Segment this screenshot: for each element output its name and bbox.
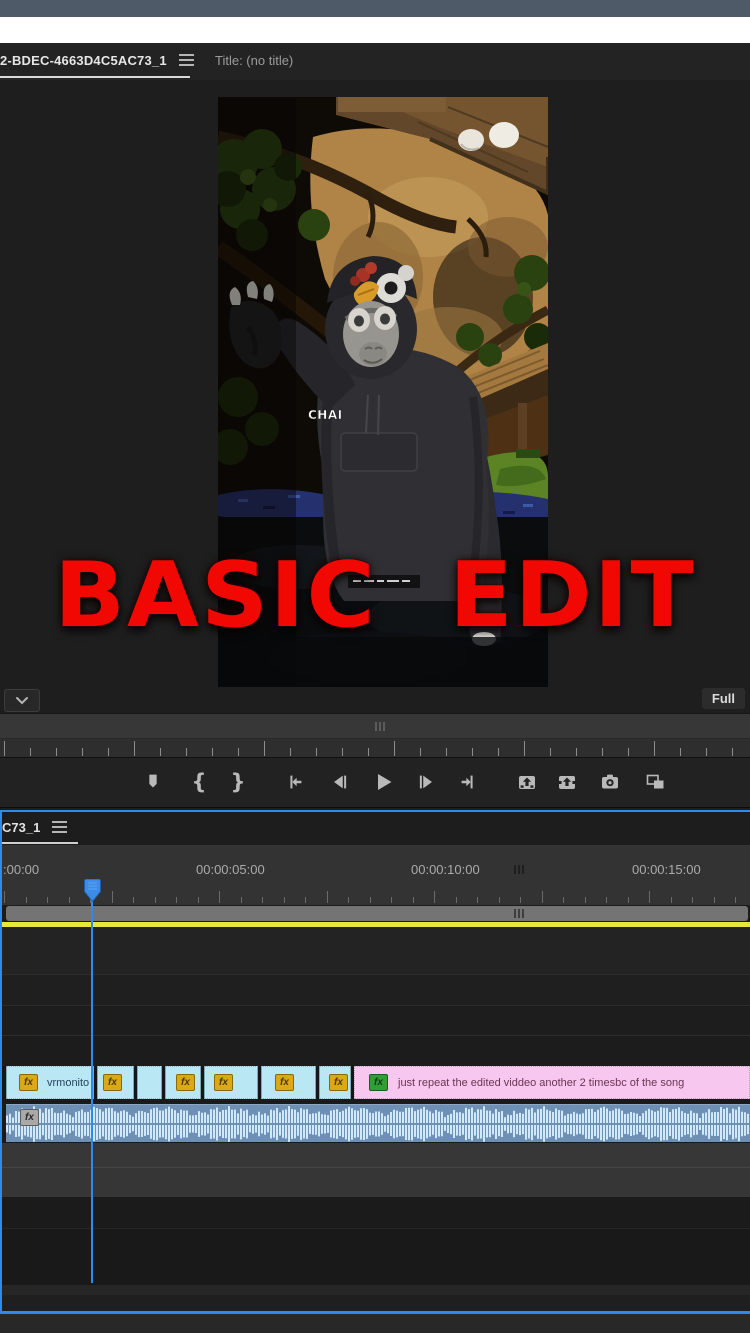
program-monitor-tab[interactable]: 2-BDEC-4663D4C5AC73_1 [0,43,194,77]
fx-badge[interactable]: fx [176,1074,195,1091]
playback-resolution-button[interactable]: Full [701,688,745,709]
mark-out-button[interactable]: } [225,767,251,797]
audio-track-row[interactable] [0,1229,750,1285]
audio-clip[interactable]: fx [6,1104,750,1142]
timeline-tab-label: C73_1 [2,819,41,835]
chevron-down-icon [16,697,28,705]
mark-in-icon: { [191,770,207,794]
active-tab-underline [0,76,190,78]
timecode-label: 00:00:10:00 [411,862,480,877]
playhead-marker[interactable] [84,879,101,902]
lift-button[interactable] [514,767,540,797]
scrollbar-grip-icon[interactable] [375,722,386,731]
go-to-out-button[interactable] [455,767,481,797]
add-marker-button[interactable] [140,767,166,797]
timecode-label: 00:00:15:00 [632,862,701,877]
title-status-label: Title: (no title) [215,52,294,68]
video-track-row[interactable] [0,1036,750,1066]
clip-label: vrmonito [47,1076,90,1089]
graphics-clip-label: just repeat the edited viddeo another 2 … [398,1076,685,1089]
step-forward-button[interactable] [413,767,439,797]
program-monitor-tabbar: 2-BDEC-4663D4C5AC73_1 Title: (no title) [0,43,750,81]
timeline-ruler-ticks [0,890,750,905]
audio-track-a3[interactable] [0,1168,750,1197]
timecode-label: 00:00:05:00 [196,862,265,877]
go-to-in-icon [290,775,302,789]
fx-badge[interactable]: fx [275,1074,294,1091]
fx-badge[interactable]: fx [329,1074,348,1091]
go-to-out-icon [461,775,473,789]
fx-badge[interactable]: fx [19,1074,38,1091]
comparison-view-button[interactable] [642,767,668,797]
timeline-focus-border-left [0,810,2,1314]
timeline-bottom-strip [0,1295,750,1311]
step-back-icon [334,775,347,789]
go-to-in-button[interactable] [282,767,308,797]
program-monitor-tab-label: 2-BDEC-4663D4C5AC73_1 [0,52,167,68]
lift-icon [519,776,535,789]
extract-button[interactable] [554,767,580,797]
scrollbar-thumb[interactable] [6,906,748,921]
transport-bar: { } [0,757,750,808]
play-button[interactable] [370,767,396,797]
transport-buttons: { } [130,767,668,797]
audio-track-a2[interactable] [0,1143,750,1167]
timeline-active-tab-underline [0,842,78,844]
step-back-button[interactable] [327,767,353,797]
timeline-menu-icon[interactable] [52,818,68,836]
step-forward-icon [419,775,432,789]
camera-icon [602,774,618,789]
video-track-row[interactable] [0,1006,750,1035]
pm-ruler-ticks [0,738,750,758]
video-clip[interactable]: fx [261,1066,316,1099]
audio-waveform [6,1106,749,1142]
video-clip[interactable]: fx [165,1066,201,1099]
fx-badge[interactable]: fx [103,1074,122,1091]
video-clip[interactable] [137,1066,162,1099]
fx-badge[interactable]: fx [214,1074,233,1091]
mark-in-button[interactable]: { [186,767,212,797]
timeline-ruler[interactable]: :00:00 00:00:05:00 00:00:10:00 00:00:15:… [0,845,750,905]
program-monitor-ruler[interactable] [0,713,750,758]
graphics-clip[interactable]: fx just repeat the edited viddeo another… [354,1066,750,1099]
ruler-grip-icon[interactable] [514,865,525,874]
audio-track-row[interactable] [0,1198,750,1228]
playhead-line[interactable] [91,898,93,1283]
player-name-tag: CHAI [308,408,343,422]
panel-menu-icon[interactable] [178,51,194,69]
timeline-tab[interactable]: C73_1 [2,812,68,842]
fx-badge[interactable]: fx [20,1109,39,1126]
bottom-area [0,1314,750,1333]
thumbnail-overlay-title: BASIC EDIT [54,542,696,648]
program-monitor-controls: Full [0,687,750,713]
mark-out-icon: } [230,770,246,794]
fx-badge[interactable]: fx [369,1074,388,1091]
timecode-label: :00:00 [3,862,40,877]
premiere-pro-window: 2-BDEC-4663D4C5AC73_1 Title: (no title) [0,0,750,1333]
timeline-tabbar: C73_1 [0,812,750,845]
comparison-view-icon [646,774,664,789]
play-icon [378,774,392,790]
scrollbar-thumb-grip-icon [514,909,525,918]
video-clip[interactable]: fx [319,1066,351,1099]
timeline-tracks: fx vrmonito fx fx fx fx fx fx just repea… [0,927,750,1285]
timeline-hscroll-track[interactable] [0,1285,750,1295]
settings-dropdown-button[interactable] [4,689,40,712]
program-monitor-body: CHAI BASIC EDIT [0,80,750,687]
video-clip[interactable]: fx [97,1066,134,1099]
status-bar [0,0,750,17]
video-track-v3[interactable] [0,927,750,974]
video-clip[interactable]: fx [204,1066,258,1099]
video-track-v1[interactable]: fx vrmonito fx fx fx fx fx fx just repea… [0,1066,750,1099]
top-white-strip [0,17,750,44]
pm-ruler-scroll-band[interactable] [0,714,750,739]
export-frame-button[interactable] [597,767,623,797]
video-clip[interactable]: fx vrmonito [6,1066,94,1099]
add-marker-icon [149,774,157,788]
timeline-zoom-scrollbar[interactable] [0,905,750,922]
video-track-v2[interactable] [0,975,750,1005]
extract-icon [559,776,575,789]
